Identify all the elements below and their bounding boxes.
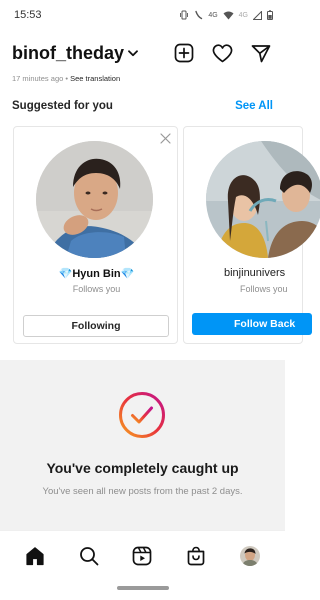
app-header: binof_theday <box>0 32 285 74</box>
network-label: 4G <box>208 11 218 19</box>
suggested-header: Suggested for you See All <box>12 100 273 112</box>
status-time: 15:53 <box>14 9 42 21</box>
suggestion-name[interactable]: 💎Hyun Bin💎 <box>14 267 179 280</box>
heart-icon[interactable] <box>212 43 233 63</box>
home-icon[interactable] <box>25 546 45 566</box>
shop-icon[interactable] <box>186 546 206 566</box>
following-button[interactable]: Following <box>23 315 169 337</box>
account-switcher[interactable]: binof_theday <box>12 43 138 64</box>
suggestion-subtitle: Follows you <box>72 284 121 294</box>
direct-message-icon[interactable] <box>251 44 271 63</box>
post-meta: 17 minutes ago • See translation <box>12 74 120 83</box>
home-indicator <box>117 586 169 590</box>
status-bar: 15:53 4G 4G <box>0 0 285 30</box>
caught-up-title: You've completely caught up <box>46 460 239 476</box>
header-actions <box>174 43 271 63</box>
checkmark-icon <box>119 392 165 438</box>
bottom-nav <box>0 530 285 580</box>
post-time: 17 minutes ago <box>12 74 64 83</box>
profile-avatar[interactable] <box>240 545 261 566</box>
username: binof_theday <box>12 42 125 63</box>
vibrate-icon <box>180 10 189 20</box>
network-label-2: 4G <box>238 11 248 19</box>
see-all-link[interactable]: See All <box>235 100 273 112</box>
suggestion-avatar[interactable] <box>36 141 153 258</box>
profile-photo <box>36 141 153 258</box>
suggestion-name[interactable]: binjinunivers <box>224 267 285 279</box>
reels-icon[interactable] <box>132 546 152 566</box>
wifi-icon <box>223 11 234 19</box>
search-icon[interactable] <box>79 546 99 566</box>
caught-up-section: You've completely caught up You've seen … <box>0 360 285 530</box>
signal-icon <box>253 10 262 20</box>
suggestion-card[interactable]: 💎Hyun Bin💎 Follows you Following <box>13 126 178 344</box>
suggestion-subtitle: Follows you <box>240 284 288 294</box>
profile-photo-thumb <box>240 545 261 566</box>
profile-photo <box>206 141 320 258</box>
follow-back-button[interactable]: Follow Back <box>192 313 312 335</box>
suggested-title: Suggested for you <box>12 100 113 112</box>
suggestion-avatar[interactable] <box>206 141 320 258</box>
status-icons: 4G 4G <box>179 10 273 20</box>
battery-icon <box>267 10 273 20</box>
chevron-down-icon <box>128 49 138 56</box>
suggestion-card[interactable]: binjinunivers Follows you Follow Back <box>183 126 320 344</box>
see-translation-link[interactable]: See translation <box>70 74 120 83</box>
caught-up-subtitle: You've seen all new posts from the past … <box>42 486 243 497</box>
close-icon[interactable] <box>160 133 171 144</box>
new-post-icon[interactable] <box>174 43 194 63</box>
volte-icon <box>195 10 203 20</box>
